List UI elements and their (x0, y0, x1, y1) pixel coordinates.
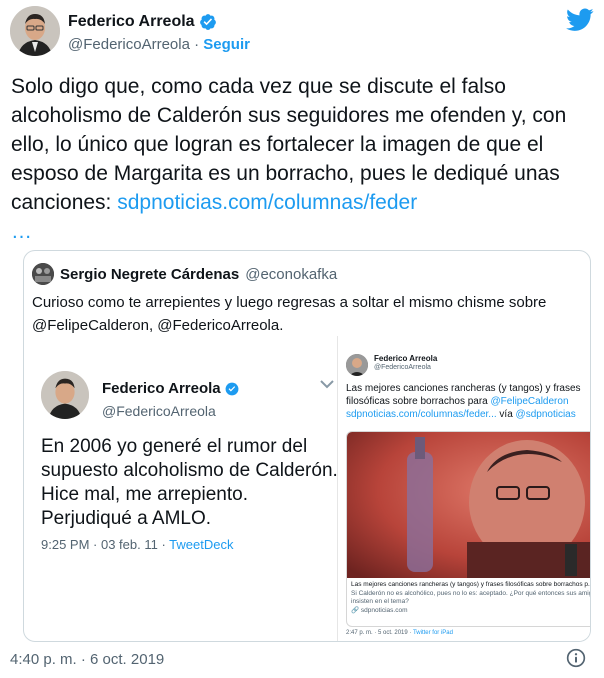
embedded2-meta: 2:47 p. m. · 5 oct. 2019 · Twitter for i… (346, 630, 453, 636)
embedded2-mention: @FelipeCalderon (490, 396, 569, 407)
author-handle[interactable]: @FedericoArreola (68, 36, 190, 53)
quote-author-name: Sergio Negrete Cárdenas (60, 265, 240, 283)
embedded2-text: Las mejores canciones rancheras (y tango… (346, 382, 590, 421)
card-text: Las mejores canciones rancheras (y tango… (351, 581, 591, 615)
info-icon[interactable] (566, 648, 586, 668)
tweet-ellipsis[interactable]: … (11, 217, 596, 246)
tweet-header: Federico Arreola @FedericoArreola · Segu… (10, 6, 594, 62)
twitter-bird-icon[interactable] (566, 8, 594, 32)
embedded2-via-handle: @sdpnoticias (515, 409, 576, 420)
embedded2-link: sdpnoticias.com/columnas/feder... (346, 409, 497, 420)
embedded-name: Federico Arreola (102, 380, 221, 397)
embedded2-handle: @FedericoArreola (374, 364, 431, 371)
verified-badge-icon (225, 382, 239, 395)
embedded-text: En 2006 yo generé el rumor del supuesto … (41, 436, 338, 529)
card-domain: 🔗 sdpnoticias.com (351, 606, 408, 614)
embedded-handle: @FedericoArreola (102, 403, 216, 419)
separator: · (194, 36, 200, 53)
embedded-time: 9:25 PM · 03 feb. 11 · (41, 537, 170, 552)
embedded2-avatar (346, 354, 368, 376)
card-title: Las mejores canciones rancheras (y tango… (351, 581, 591, 588)
embedded2-via: vía (496, 409, 516, 420)
embedded-avatar (41, 371, 89, 419)
chevron-down-icon (320, 380, 334, 389)
embedded-meta: 9:25 PM · 03 feb. 11 · TweetDeck (41, 537, 233, 552)
author-avatar[interactable] (10, 6, 60, 56)
tweet-link[interactable]: sdpnoticias.com/columnas/feder (117, 191, 417, 214)
quote-author-handle: @econokafka (245, 265, 338, 283)
follow-button[interactable]: Seguir (203, 36, 250, 53)
tweet-body: Solo digo que, como cada vez que se disc… (11, 72, 596, 246)
tweet-timestamp[interactable]: 4:40 p. m. · 6 oct. 2019 (10, 651, 164, 668)
embedded2-time: 2:47 p. m. · 5 oct. 2019 · (346, 630, 413, 636)
embedded-tweet-image-1: Federico Arreola @FedericoArreola En 200… (24, 361, 344, 571)
verified-badge-icon (199, 14, 216, 30)
embedded2-source: Twitter for iPad (412, 630, 453, 636)
card-photo (347, 432, 590, 578)
quote-avatar (32, 263, 54, 285)
link-card: Las mejores canciones rancheras (y tango… (346, 431, 591, 627)
embedded-source: TweetDeck (169, 537, 234, 552)
embedded2-name: Federico Arreola (374, 354, 438, 363)
quoted-tweet[interactable]: Sergio Negrete Cárdenas @econokafka Curi… (23, 250, 591, 642)
card-description: Si Calderón no es alcohólico, pues no lo… (351, 589, 591, 606)
quote-text: Curioso como te arrepientes y luego regr… (32, 294, 547, 334)
author-name[interactable]: Federico Arreola (68, 13, 195, 31)
embedded-tweet-image-2: Federico Arreola @FedericoArreola Las me… (337, 336, 591, 641)
